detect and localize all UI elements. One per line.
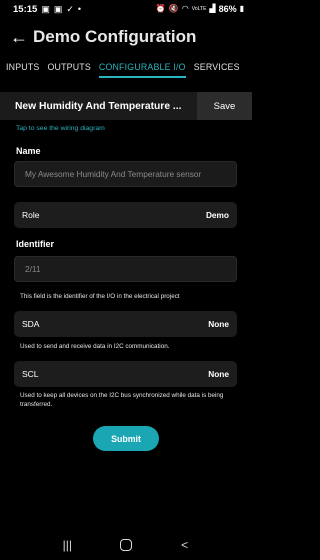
wifi-icon: ◠ [181, 4, 189, 13]
device-name: New Humidity And Temperature ... [15, 100, 182, 112]
check-icon: ✓ [66, 3, 74, 14]
tab-services[interactable]: SERVICES [190, 62, 244, 72]
save-button[interactable]: Save [197, 92, 252, 120]
name-input[interactable]: My Awesome Humidity And Temperature sens… [14, 161, 237, 187]
sda-label: SDA [22, 319, 40, 329]
volte-icon: VoLTE [191, 5, 207, 12]
identifier-help-text: This field is the identifier of the I/O … [20, 293, 180, 300]
tab-outputs[interactable]: OUTPUTS [43, 62, 94, 72]
device-title-bar: New Humidity And Temperature ... Save [0, 92, 252, 120]
battery-percentage: 86% [218, 4, 237, 14]
submit-button[interactable]: Submit [93, 426, 159, 451]
tab-configurable-io[interactable]: CONFIGURABLE I/O [95, 62, 190, 78]
tab-bar: INPUTS OUTPUTS CONFIGURABLE I/O SERVICES [0, 56, 252, 78]
identifier-input[interactable]: 2/11 [14, 256, 237, 282]
mute-icon: 🔇 [168, 4, 179, 13]
sda-help-text: Used to send and receive data in I2C com… [20, 343, 170, 350]
battery-icon: ▮ [239, 4, 244, 13]
name-label: Name [16, 146, 41, 156]
role-row[interactable]: Role Demo [14, 202, 237, 228]
dot-icon: • [77, 4, 82, 14]
scl-label: SCL [22, 369, 39, 379]
wiring-diagram-link[interactable]: Tap to see the wiring diagram [16, 125, 105, 132]
role-value: Demo [205, 210, 229, 220]
app-header: ← Demo Configuration [0, 22, 252, 52]
sda-value: None [208, 319, 229, 329]
recent-apps-icon[interactable]: ||| [56, 534, 78, 556]
page-title: Demo Configuration [33, 27, 197, 46]
alarm-icon: ⏰ [155, 4, 166, 13]
back-icon[interactable]: < [174, 534, 196, 556]
system-navigation-bar: ||| < [0, 530, 252, 560]
scl-row[interactable]: SCL None [14, 361, 237, 387]
role-label: Role [22, 210, 40, 220]
back-arrow-icon[interactable]: ← [10, 27, 28, 48]
status-bar: 15:15 ▣ ▣ ✓ • ⏰ 🔇 ◠ VoLTE ▟ 86% ▮ [0, 0, 252, 18]
identifier-label: Identifier [16, 239, 55, 249]
scl-help-text: Used to keep all devices on the I2C bus … [20, 392, 224, 409]
scl-value: None [208, 369, 229, 379]
status-time: 15:15 [13, 3, 38, 15]
tab-inputs[interactable]: INPUTS [0, 62, 43, 72]
signal-icon: ▟ [209, 4, 216, 13]
home-icon [119, 539, 132, 551]
home-button[interactable] [115, 534, 137, 556]
photo-icon: ▣ [53, 3, 63, 14]
photo-icon: ▣ [41, 3, 50, 14]
sda-row[interactable]: SDA None [14, 311, 237, 337]
